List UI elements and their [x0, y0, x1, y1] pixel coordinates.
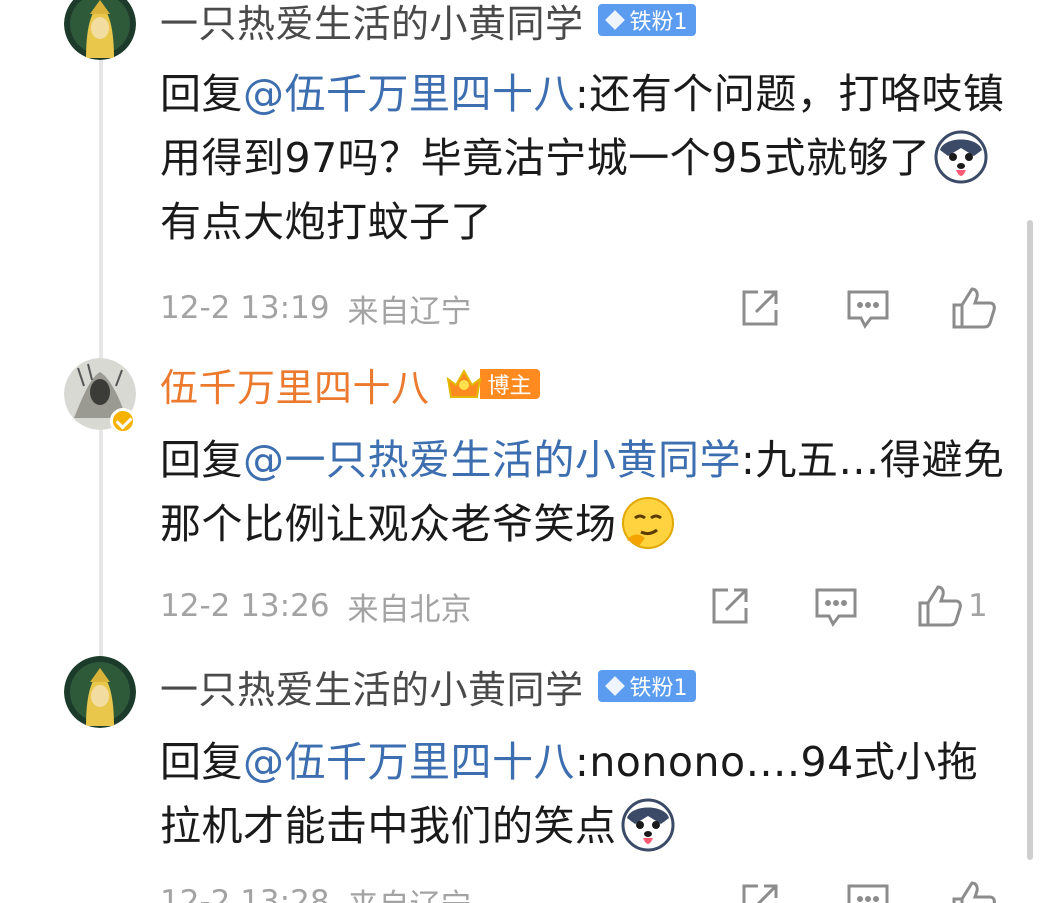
- fan-badge[interactable]: 铁粉1: [597, 4, 696, 36]
- avatar[interactable]: [64, 0, 136, 60]
- avatar[interactable]: [64, 656, 136, 728]
- reply-prefix: 回复: [160, 738, 243, 786]
- mention-link[interactable]: @伍千万里四十八: [243, 738, 575, 786]
- comment-location: 来自辽宁: [348, 880, 472, 903]
- comment-header: 一只热爱生活的小黄同学 铁粉1: [160, 662, 696, 712]
- username[interactable]: 伍千万里四十八: [160, 357, 430, 412]
- fan-badge-label: 铁粉1: [629, 10, 688, 35]
- share-icon[interactable]: [736, 284, 784, 332]
- husky-emoji-icon: [934, 130, 988, 184]
- comment-text-tail: 有点大炮打蚊子了: [160, 198, 492, 246]
- reply-prefix: 回复: [160, 70, 243, 118]
- diamond-icon: [604, 676, 625, 696]
- comment-date: 12-2 13:28: [160, 884, 330, 903]
- like-icon[interactable]: [950, 878, 998, 903]
- author-badge[interactable]: 博主: [444, 367, 540, 401]
- comment-meta: 12-2 13:28 来自辽宁: [160, 878, 472, 903]
- like-icon[interactable]: [916, 582, 964, 630]
- comment-icon[interactable]: [844, 878, 892, 903]
- diamond-icon: [604, 10, 625, 30]
- comment-location: 来自北京: [347, 591, 472, 628]
- share-icon[interactable]: [736, 878, 784, 903]
- like-icon[interactable]: [950, 284, 998, 332]
- comment-meta: 12-2 13:19 来自辽宁: [160, 284, 472, 332]
- comment-actions: 1: [706, 582, 988, 630]
- fan-badge[interactable]: 铁粉1: [597, 670, 696, 702]
- husky-emoji-icon: [621, 798, 675, 852]
- comment-actions: [736, 284, 998, 332]
- smirk-thinking-emoji-icon: [621, 496, 675, 550]
- crown-icon: [444, 365, 484, 403]
- share-icon[interactable]: [706, 582, 754, 630]
- verified-badge-icon: [110, 408, 136, 434]
- comment-body: 回复@伍千万里四十八:nonono….94式小拖拉机才能击中我们的笑点: [160, 730, 1005, 858]
- comment-icon[interactable]: [844, 284, 892, 332]
- comment-thread-page: 一只热爱生活的小黄同学 铁粉1 回复@伍千万里四十八:还有个问题，打咯吱镇用得到…: [0, 0, 1043, 903]
- reply-prefix: 回复: [160, 436, 243, 484]
- comment-header: 伍千万里四十八 博主: [160, 360, 540, 410]
- comment-date: 12-2 13:19: [160, 290, 330, 326]
- comment-body: 回复@一只热爱生活的小黄同学:九五…得避免那个比例让观众老爷笑场: [160, 428, 1005, 556]
- comment-location: 来自辽宁: [347, 293, 472, 330]
- comment-meta: 12-2 13:26 来自北京: [160, 582, 472, 630]
- comment-actions: [736, 878, 998, 903]
- username[interactable]: 一只热爱生活的小黄同学: [160, 0, 584, 48]
- mention-link[interactable]: @一只热爱生活的小黄同学: [243, 436, 741, 484]
- mention-link[interactable]: @伍千万里四十八: [243, 70, 575, 118]
- fan-badge-label: 铁粉1: [629, 676, 688, 701]
- author-badge-label: 博主: [479, 369, 540, 399]
- comment-date: 12-2 13:26: [160, 588, 330, 624]
- username[interactable]: 一只热爱生活的小黄同学: [160, 659, 584, 714]
- thread-connector-line: [99, 40, 103, 660]
- like-count: 1: [968, 588, 988, 624]
- scrollbar[interactable]: [1027, 220, 1033, 860]
- comment-icon[interactable]: [812, 582, 860, 630]
- comment-header: 一只热爱生活的小黄同学 铁粉1: [160, 0, 696, 46]
- comment-body: 回复@伍千万里四十八:还有个问题，打咯吱镇用得到97吗？毕竟沽宁城一个95式就够…: [160, 62, 1005, 254]
